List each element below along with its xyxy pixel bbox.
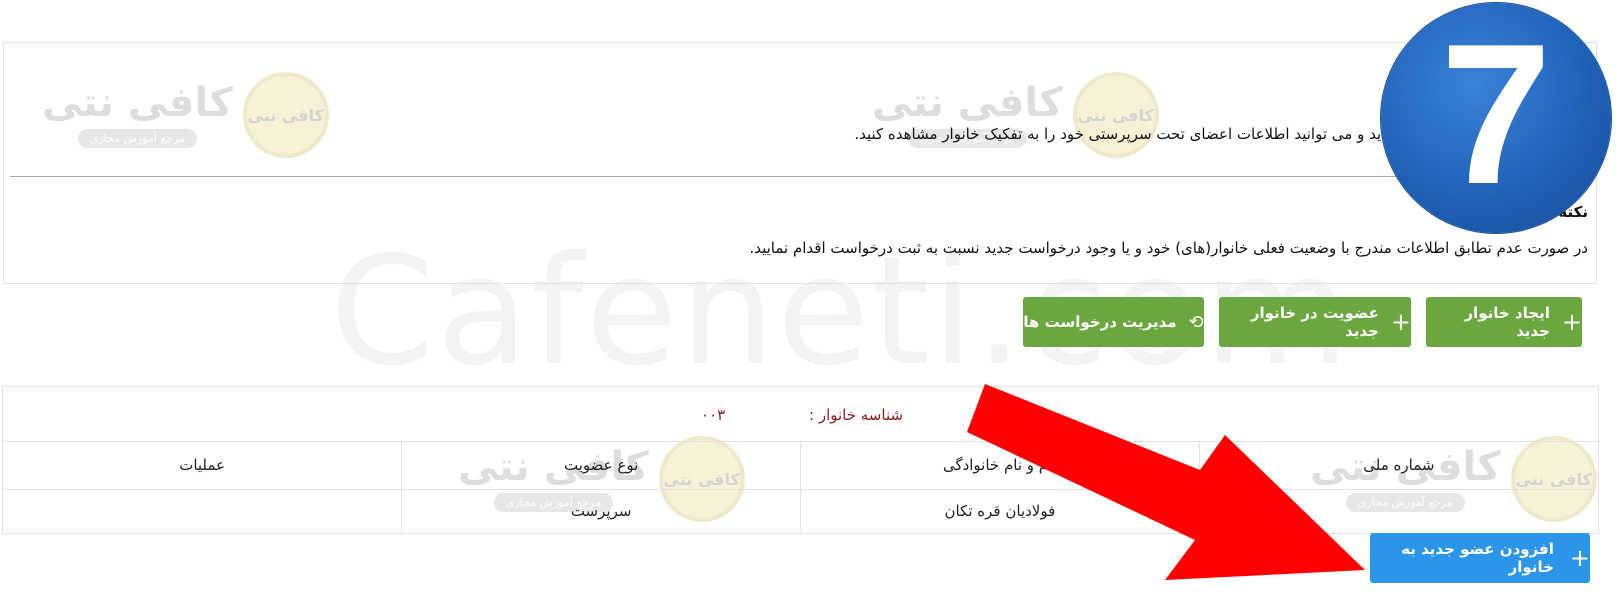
- cell-membership: سرپرست: [401, 489, 801, 533]
- column-header-membership: نوع عضویت: [401, 442, 801, 490]
- column-header-full-name: نام و نام خانوادگی: [800, 442, 1200, 490]
- join-family-button[interactable]: + عضویت در خانوار جدید: [1219, 297, 1411, 347]
- members-table: شماره ملی نام و نام خانوادگی نوع عضویت ع…: [3, 442, 1598, 533]
- plus-icon: +: [1390, 308, 1411, 336]
- family-header: شناسه خانوار : ۰۰۳: [3, 387, 1598, 442]
- add-member-label: افزودن عضو جدید به خانوار: [1401, 540, 1554, 576]
- info-text-mismatch: در صورت عدم تطابق اطلاعات مندرج با وضعیت…: [749, 239, 1588, 257]
- table-row: فولادیان قره تکان سرپرست: [3, 489, 1598, 533]
- table-header-row: شماره ملی نام و نام خانوادگی نوع عضویت ع…: [3, 442, 1598, 490]
- join-family-label: عضویت در خانوار جدید: [1250, 304, 1379, 340]
- cell-national-id: [1198, 489, 1598, 533]
- plus-icon: +: [1569, 544, 1590, 572]
- family-panel: شناسه خانوار : ۰۰۳ شماره ملی نام و نام خ…: [2, 386, 1599, 534]
- cell-operations: [3, 489, 402, 533]
- create-family-button[interactable]: + ایجاد خانوار جدید: [1426, 297, 1582, 347]
- create-family-label: ایجاد خانوار جدید: [1464, 304, 1550, 340]
- info-panel: سرپرست شناسایی شده اید و می توانید اطلاع…: [3, 42, 1597, 284]
- manage-requests-label: مدیریت درخواست ها: [1023, 313, 1177, 331]
- column-header-operations: عملیات: [3, 442, 402, 490]
- history-icon: ⟲: [1188, 311, 1204, 333]
- family-id-label: شناسه خانوار :: [809, 406, 904, 424]
- manage-requests-button[interactable]: ⟲ مدیریت درخواست ها: [1023, 297, 1204, 347]
- add-member-button[interactable]: + افزودن عضو جدید به خانوار: [1370, 533, 1590, 583]
- step-number: 7: [1440, 3, 1552, 226]
- family-id-value: ۰۰۳: [701, 406, 726, 424]
- plus-icon: +: [1561, 308, 1582, 336]
- step-number-badge: 7: [1381, 3, 1611, 233]
- column-header-national-id: شماره ملی: [1198, 442, 1598, 490]
- info-divider: [10, 176, 1590, 177]
- cell-full-name: فولادیان قره تکان: [800, 489, 1200, 533]
